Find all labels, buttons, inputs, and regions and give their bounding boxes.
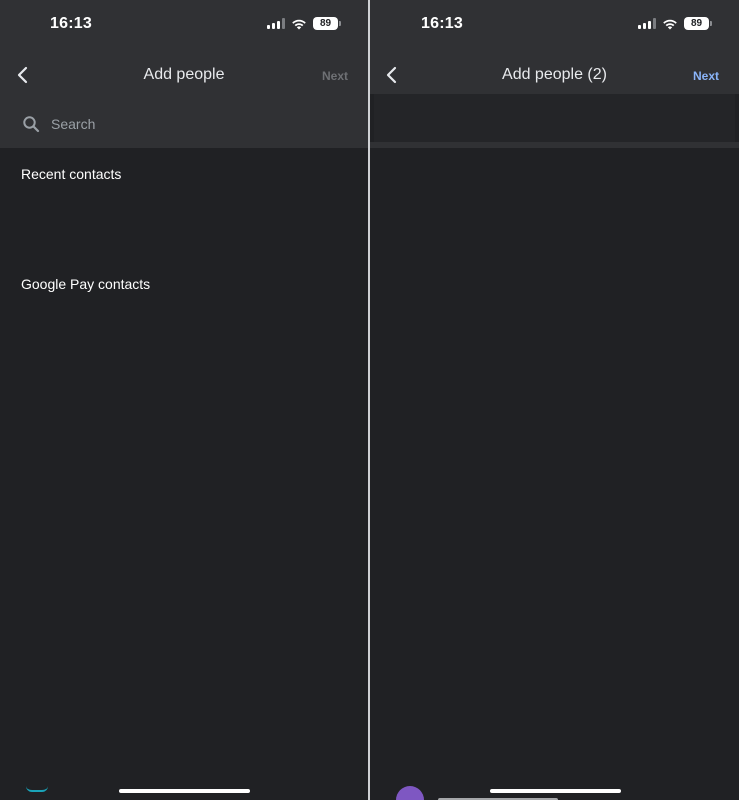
home-indicator — [490, 789, 621, 793]
search-input[interactable]: Search — [51, 116, 95, 132]
page-title: Add people (2) — [502, 66, 607, 83]
add-people-screen-selected: 16:13 89 Add people (2) Next — [370, 0, 739, 800]
wifi-icon — [292, 19, 306, 29]
battery-icon: 89 — [684, 17, 712, 30]
add-people-screen-empty: 16:13 89 Add people Next Search Recent c — [0, 0, 368, 800]
cellular-signal-icon — [638, 18, 656, 29]
header-band — [370, 142, 739, 148]
app-comparison: 16:13 89 Add people Next Search Recent c — [0, 0, 739, 800]
home-indicator — [119, 789, 250, 793]
page-title: Add people — [143, 66, 225, 83]
status-time: 16:13 — [421, 15, 463, 32]
recent-contacts-heading: Recent contacts — [21, 166, 122, 182]
partial-contact-avatar — [26, 786, 48, 792]
next-button[interactable]: Next — [693, 69, 719, 83]
search-bar[interactable]: Search — [0, 100, 368, 148]
next-button-disabled[interactable]: Next — [322, 69, 348, 83]
status-icons: 89 — [267, 17, 341, 30]
partial-contact-avatar — [396, 786, 424, 800]
wifi-icon — [663, 19, 677, 29]
selected-people-field[interactable] — [374, 94, 735, 142]
status-icons: 89 — [638, 17, 712, 30]
search-icon — [23, 116, 40, 133]
google-pay-contacts-heading: Google Pay contacts — [21, 276, 151, 292]
status-time: 16:13 — [50, 15, 92, 32]
battery-icon: 89 — [313, 17, 341, 30]
cellular-signal-icon — [267, 18, 285, 29]
